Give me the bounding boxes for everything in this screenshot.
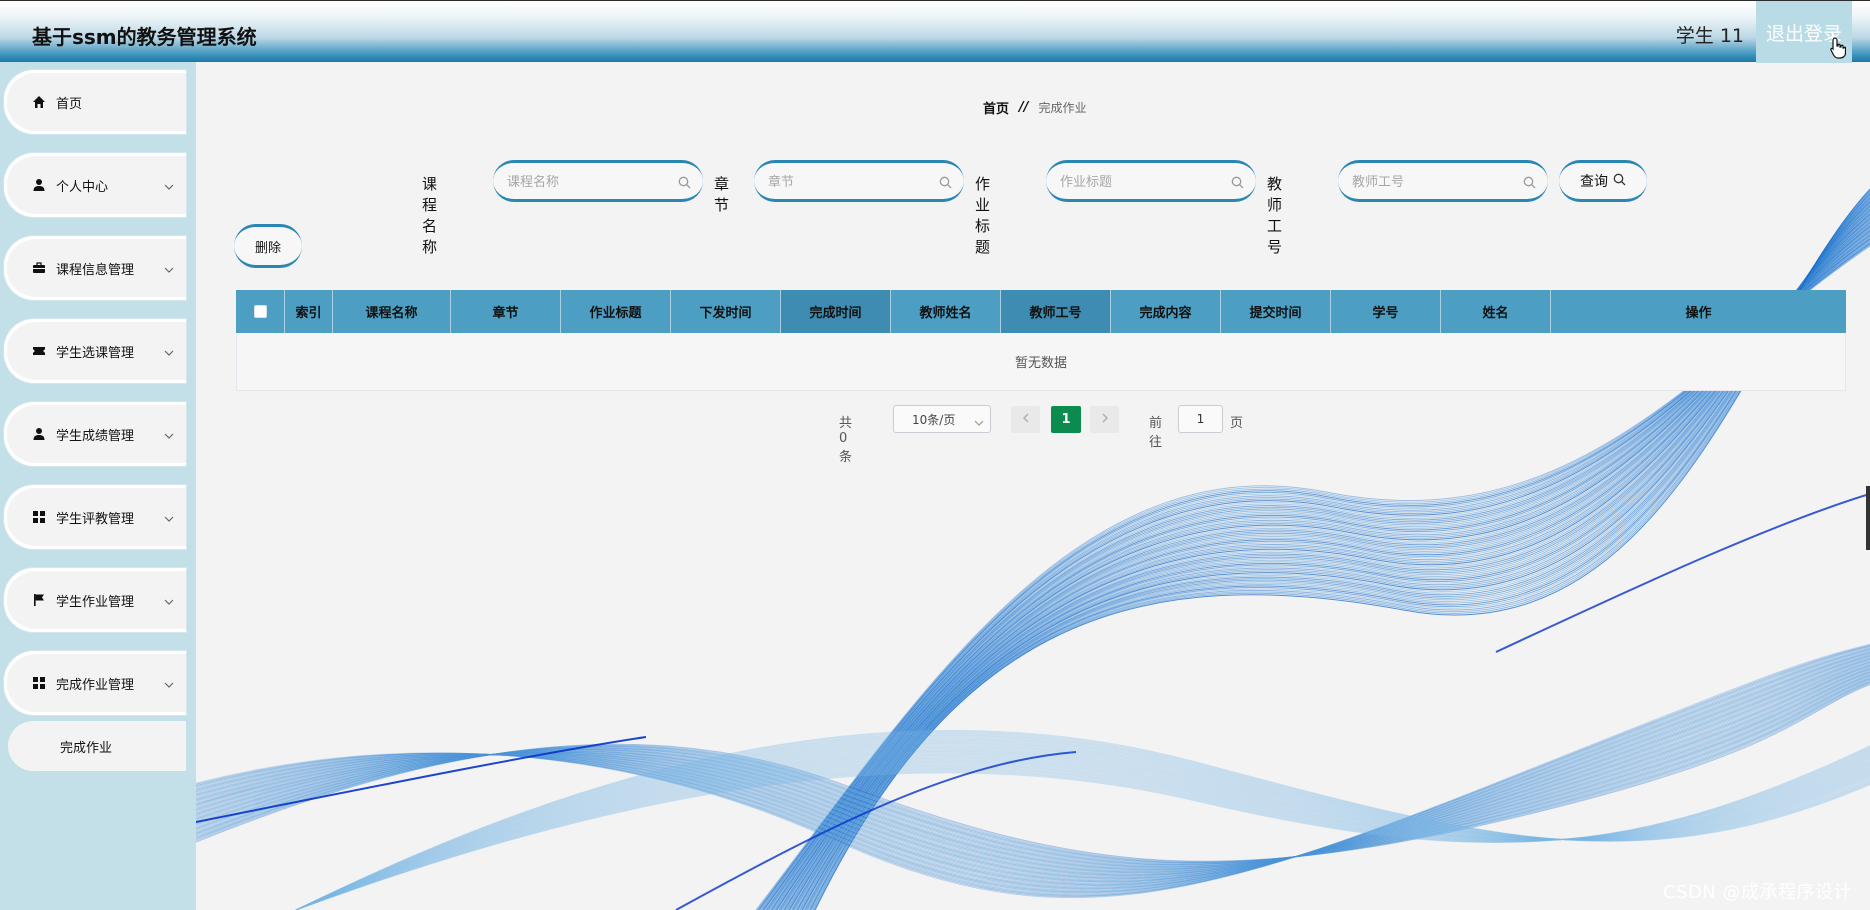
delete-button[interactable]: 删除 [234, 224, 302, 268]
sidebar-item-label: 课程信息管理 [56, 262, 135, 278]
teacher-id-input[interactable] [1352, 172, 1512, 192]
sidebar-item-label: 首页 [56, 96, 83, 112]
sidebar-item-label: 学生选课管理 [56, 345, 135, 361]
sidebar-item-course-info[interactable]: 课程信息管理 [4, 236, 186, 300]
watermark: CSDN @成承程序设计 [1662, 882, 1852, 903]
prev-page-button[interactable] [1011, 406, 1040, 433]
chevron-down-icon [164, 263, 174, 278]
page-size-value: 10条/页 [912, 412, 956, 427]
total-count: 共 0 条 [839, 416, 853, 465]
sidebar-item-grades[interactable]: 学生成绩管理 [4, 402, 186, 466]
user-icon [32, 178, 46, 192]
sidebar-item-label: 个人中心 [56, 179, 109, 195]
page-number-active[interactable]: 1 [1051, 406, 1081, 433]
sidebar-item-teaching-evaluation[interactable]: 学生评教管理 [4, 485, 186, 549]
select-all-cell [236, 290, 285, 333]
page-unit-label: 页 [1230, 416, 1244, 431]
column-header[interactable]: 学号 [1331, 290, 1441, 333]
breadcrumb-separator: // [1019, 100, 1029, 115]
sidebar-item-label: 学生成绩管理 [56, 428, 135, 444]
sidebar-item-personal-center[interactable]: 个人中心 [4, 153, 186, 217]
chapter-label: 章节 [714, 175, 730, 214]
submenu-item-completed-homework[interactable]: 完成作业 [8, 721, 186, 771]
column-header[interactable]: 完成内容 [1111, 290, 1221, 333]
column-header[interactable]: 课程名称 [333, 290, 451, 333]
sidebar: 首页 个人中心 课程信息管理 学生选课管理 学生成绩管理 学生评教管理 学生作业… [0, 62, 196, 910]
sidebar-item-course-selection[interactable]: 学生选课管理 [4, 319, 186, 383]
briefcase-icon [32, 261, 46, 275]
goto-page-input[interactable] [1178, 405, 1223, 433]
search-icon [678, 174, 691, 193]
chevron-down-icon [164, 595, 174, 610]
homework-title-label: 作业标题 [975, 175, 991, 256]
table-empty-state: 暂无数据 [236, 333, 1846, 391]
chevron-down-icon [164, 180, 174, 195]
select-all-checkbox[interactable] [253, 305, 267, 318]
sidebar-item-label: 学生评教管理 [56, 511, 135, 527]
search-icon [939, 174, 952, 193]
grid-icon [32, 676, 46, 690]
search-icon [1613, 173, 1626, 190]
chevron-down-icon [164, 429, 174, 444]
column-header[interactable]: 姓名 [1441, 290, 1551, 333]
goto-label: 前往 [1149, 416, 1163, 450]
sidebar-item-completed-homework[interactable]: 完成作业管理 [4, 651, 186, 715]
query-button[interactable]: 查询 [1559, 160, 1647, 202]
scrollbar-thumb[interactable] [1866, 486, 1870, 550]
grid-icon [32, 510, 46, 524]
current-user: 学生 11 [1675, 25, 1744, 47]
course-name-input[interactable] [507, 172, 667, 192]
chapter-input[interactable] [768, 172, 928, 192]
sidebar-item-label: 完成作业管理 [56, 677, 135, 693]
sidebar-item-label: 学生作业管理 [56, 594, 135, 610]
sidebar-item-home[interactable]: 首页 [4, 70, 186, 134]
column-header[interactable]: 教师工号 [1001, 290, 1111, 333]
column-header[interactable]: 操作 [1551, 290, 1846, 333]
sidebar-item-homework[interactable]: 学生作业管理 [4, 568, 186, 632]
homework-table: 索引 课程名称 章节 作业标题 下发时间 完成时间 教师姓名 教师工号 完成内容… [236, 290, 1846, 391]
hand-cursor-icon [1830, 37, 1847, 63]
column-header[interactable]: 教师姓名 [891, 290, 1001, 333]
course-name-field[interactable] [493, 160, 703, 202]
course-name-label: 课程名称 [422, 175, 438, 256]
ticket-icon [32, 344, 46, 358]
table-header: 索引 课程名称 章节 作业标题 下发时间 完成时间 教师姓名 教师工号 完成内容… [236, 290, 1846, 333]
chevron-left-icon [1022, 412, 1030, 427]
user-icon [32, 427, 46, 441]
chapter-field[interactable] [754, 160, 964, 202]
chevron-right-icon [1101, 412, 1109, 427]
column-header[interactable]: 作业标题 [561, 290, 671, 333]
page-size-select[interactable]: 10条/页 [893, 405, 991, 433]
homework-title-input[interactable] [1060, 172, 1220, 192]
teacher-id-field[interactable] [1338, 160, 1548, 202]
breadcrumb-home[interactable]: 首页 [983, 98, 1009, 117]
search-icon [1231, 174, 1244, 193]
flag-icon [32, 593, 46, 607]
main-content: 首页 // 完成作业 课程名称 章节 作业标题 教师工号 查询 删除 [196, 62, 1870, 910]
breadcrumb: 首页 // 完成作业 [983, 98, 1087, 117]
app-title: 基于ssm的教务管理系统 [32, 25, 257, 49]
chevron-down-icon [164, 678, 174, 693]
query-button-label: 查询 [1580, 174, 1608, 190]
chevron-down-icon [164, 346, 174, 361]
column-header[interactable]: 下发时间 [671, 290, 781, 333]
homework-title-field[interactable] [1046, 160, 1256, 202]
teacher-id-label: 教师工号 [1267, 175, 1283, 256]
chevron-down-icon [164, 512, 174, 527]
column-header[interactable]: 完成时间 [781, 290, 891, 333]
column-header[interactable]: 提交时间 [1221, 290, 1331, 333]
search-icon [1523, 174, 1536, 193]
home-icon [32, 95, 46, 109]
top-header: 基于ssm的教务管理系统 学生 11 退出登录 [0, 0, 1870, 63]
column-header[interactable]: 索引 [285, 290, 333, 333]
chevron-down-icon [974, 416, 984, 430]
next-page-button[interactable] [1090, 406, 1119, 433]
breadcrumb-current: 完成作业 [1038, 101, 1087, 115]
column-header[interactable]: 章节 [451, 290, 561, 333]
